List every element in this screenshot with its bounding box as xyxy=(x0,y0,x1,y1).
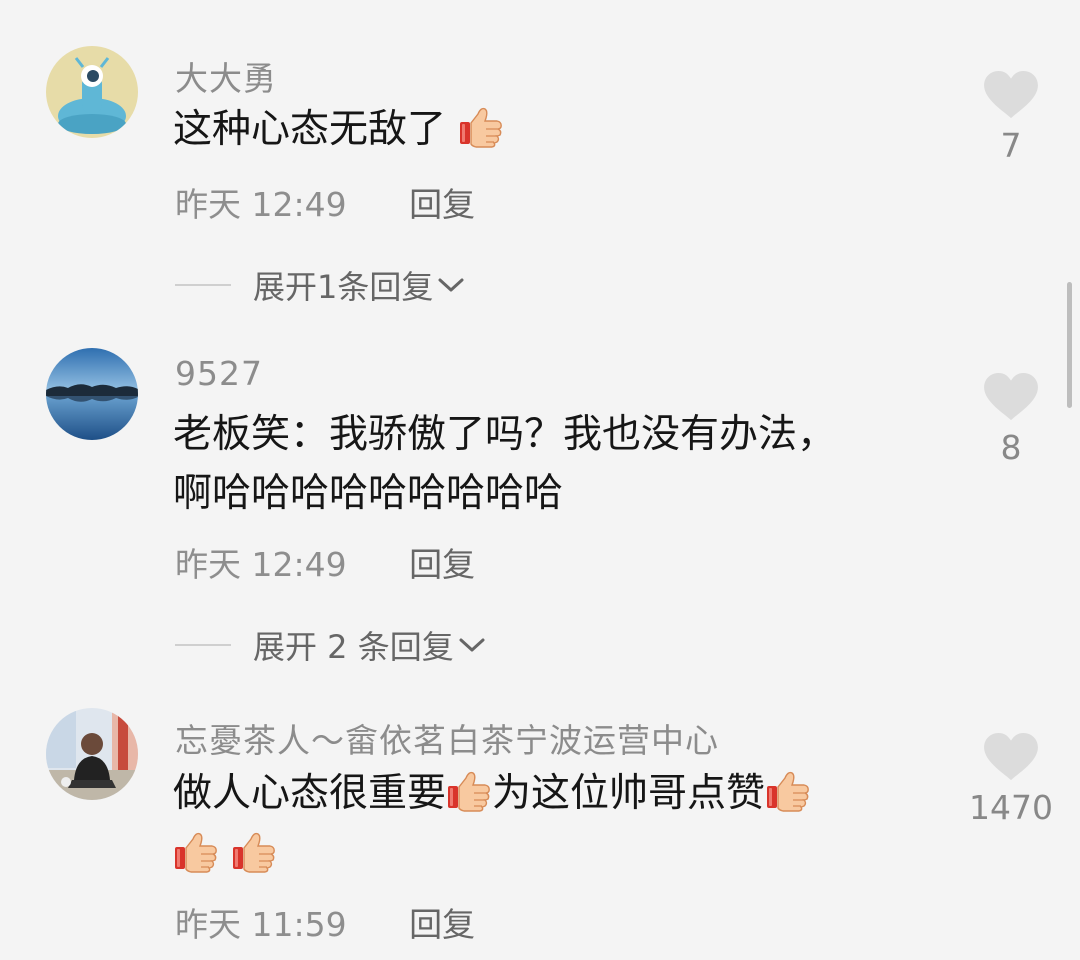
heart-icon xyxy=(982,70,1040,120)
comment-meta: 昨天 12:49 回复 xyxy=(175,178,475,226)
heart-icon xyxy=(982,732,1040,782)
landscape-avatar-icon xyxy=(46,348,138,440)
chevron-down-icon xyxy=(438,278,464,292)
comment-text-line: 老板笑：我骄傲了吗？我也没有办法， xyxy=(173,412,837,457)
like-count: 7 xyxy=(1000,126,1022,165)
expand-replies-label: 展开1条回复 xyxy=(253,268,434,306)
like-button[interactable]: 8 xyxy=(966,372,1056,467)
reply-button[interactable]: 回复 xyxy=(409,545,475,584)
scrollbar[interactable] xyxy=(1067,282,1072,408)
heart-icon xyxy=(982,372,1040,422)
comment-text: 老板笑：我骄傲了吗？我也没有办法， 啊哈哈哈哈哈哈哈哈哈 xyxy=(173,405,836,523)
comment-meta: 昨天 12:49 回复 xyxy=(175,538,475,586)
thumbs-up-icon xyxy=(446,768,492,812)
thumbs-up-icon xyxy=(765,768,811,812)
like-button[interactable]: 7 xyxy=(966,70,1056,165)
chevron-down-icon xyxy=(459,638,485,652)
comment-text-part: 做人心态很重要 xyxy=(173,771,447,816)
monster-avatar-icon xyxy=(46,46,138,138)
comment-text-line: 这种心态无敌了 xyxy=(173,107,447,152)
thumbs-up-icon xyxy=(173,829,219,873)
timestamp: 昨天 12:49 xyxy=(175,185,347,224)
comment-meta: 昨天 11:59 回复 xyxy=(175,898,475,946)
comment-text-line xyxy=(173,825,811,884)
comment-text: 做人心态很重要 为这位帅哥点赞 xyxy=(173,764,811,884)
comment-text-line: 做人心态很重要 为这位帅哥点赞 xyxy=(173,764,811,823)
avatar[interactable] xyxy=(46,708,138,800)
reply-button[interactable]: 回复 xyxy=(409,185,475,224)
thumbs-up-icon xyxy=(458,104,504,148)
username[interactable]: 大大勇 xyxy=(175,52,277,100)
comment-text-line: 啊哈哈哈哈哈哈哈哈哈 xyxy=(173,471,564,516)
expand-replies-button[interactable]: 展开1条回复 xyxy=(175,262,465,308)
comment-text-part: 为这位帅哥点赞 xyxy=(492,771,766,816)
expand-replies-button[interactable]: 展开 2 条回复 xyxy=(175,622,486,668)
timestamp: 昨天 12:49 xyxy=(175,545,347,584)
username[interactable]: 忘憂茶人～畲依茗白茶宁波运营中心 xyxy=(175,714,719,762)
like-button[interactable]: 1470 xyxy=(966,732,1056,827)
person-avatar-icon xyxy=(46,708,138,800)
like-count: 1470 xyxy=(969,788,1053,827)
avatar[interactable] xyxy=(46,348,138,440)
timestamp: 昨天 11:59 xyxy=(175,905,347,944)
divider-line xyxy=(175,284,231,286)
expand-replies-label: 展开 2 条回复 xyxy=(253,628,454,666)
like-count: 8 xyxy=(1000,428,1022,467)
username[interactable]: 9527 xyxy=(175,354,263,393)
comment-text: 这种心态无敌了 xyxy=(173,100,504,159)
divider-line xyxy=(175,644,231,646)
avatar[interactable] xyxy=(46,46,138,138)
reply-button[interactable]: 回复 xyxy=(409,905,475,944)
thumbs-up-icon xyxy=(231,829,277,873)
